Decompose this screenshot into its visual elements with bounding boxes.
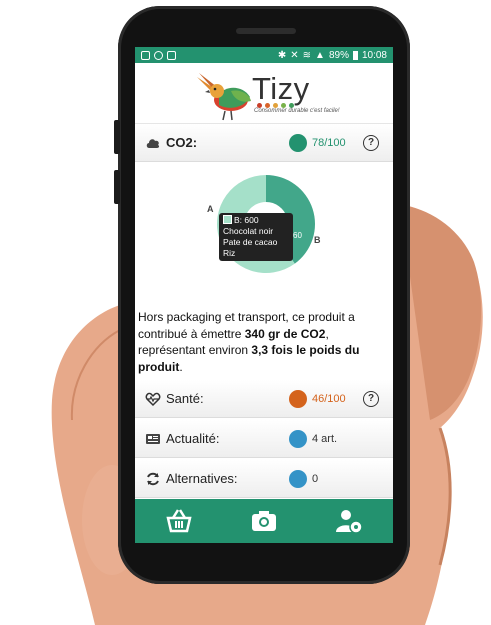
help-icon[interactable]: ? <box>363 134 379 151</box>
signal-icon: ▲ <box>315 49 325 61</box>
refresh-icon <box>147 472 159 485</box>
tooltip-line: Riz <box>223 248 236 258</box>
help-icon[interactable]: ? <box>363 390 379 407</box>
whatsapp-icon <box>154 50 163 60</box>
bird-news-icon <box>289 429 307 448</box>
co2-score: 78/100 <box>312 136 346 149</box>
volume-button <box>114 120 120 154</box>
bottom-tab-bar <box>135 499 393 543</box>
cloud-icon <box>146 138 160 148</box>
bird-alt-icon <box>289 469 307 488</box>
slice-label-b: B <box>314 235 321 245</box>
bluetooth-icon: ✱ <box>277 49 287 61</box>
chart-tooltip: B: 600 Chocolat noir Pate de cacao Riz <box>219 213 293 261</box>
heartbeat-icon <box>145 392 161 406</box>
tooltip-line: Pate de cacao <box>223 237 278 247</box>
sante-row[interactable]: Santé: 46/100 ? <box>135 380 393 418</box>
volume-button <box>114 170 120 204</box>
alternatives-row[interactable]: Alternatives: 0 <box>135 460 393 498</box>
sante-score: 46/100 <box>312 392 346 405</box>
co2-info-text: Hors packaging et transport, ce produit … <box>138 309 390 375</box>
wifi-icon: ≋ <box>302 49 312 61</box>
tooltip-swatch <box>223 215 232 224</box>
newspaper-icon <box>146 433 160 444</box>
notification-icon <box>141 50 150 60</box>
bird-score-icon <box>289 389 307 408</box>
slice-label-a: A <box>207 204 214 214</box>
co2-label: CO2: <box>166 135 198 150</box>
bird-score-icon <box>289 133 307 152</box>
tagline: Consommer durable c'est facile! <box>254 108 340 114</box>
phone-screen: ✱ ✕ ≋ ▲ 89% 10:08 Tizy Consommer durable… <box>135 47 393 543</box>
actualite-row[interactable]: Actualité: 4 art. <box>135 420 393 458</box>
basket-icon[interactable] <box>165 507 193 535</box>
sante-label: Santé: <box>166 391 204 406</box>
app-header: Tizy Consommer durable c'est facile! <box>135 63 393 124</box>
user-settings-icon[interactable] <box>335 507 363 535</box>
clock: 10:08 <box>361 49 387 61</box>
info-highlight: 340 gr de CO2 <box>244 326 326 341</box>
tooltip-line: B: 600 <box>234 215 259 225</box>
battery-level: 89% <box>328 49 349 61</box>
logo-text: Tizy <box>252 71 310 106</box>
tooltip-line: Chocolat noir <box>223 226 274 236</box>
photo-icon <box>167 50 176 60</box>
alternatives-label: Alternatives: <box>166 471 238 486</box>
co2-chart: A B 60 B: 600 Chocolat noir Pate de caca… <box>135 162 393 312</box>
alternatives-count: 0 <box>312 472 319 485</box>
co2-row[interactable]: CO2: 78/100 ? <box>135 124 393 162</box>
mute-icon: ✕ <box>290 49 299 61</box>
camera-icon[interactable] <box>250 507 278 535</box>
status-bar: ✱ ✕ ≋ ▲ 89% 10:08 <box>135 47 393 63</box>
bird-logo-icon <box>197 73 251 121</box>
battery-icon <box>352 50 358 60</box>
hidden-value-label: 60 <box>293 231 302 240</box>
actualite-label: Actualité: <box>166 431 220 446</box>
speaker-grill <box>236 28 296 34</box>
info-text: . <box>179 359 183 374</box>
actualite-count: 4 art. <box>312 432 338 445</box>
